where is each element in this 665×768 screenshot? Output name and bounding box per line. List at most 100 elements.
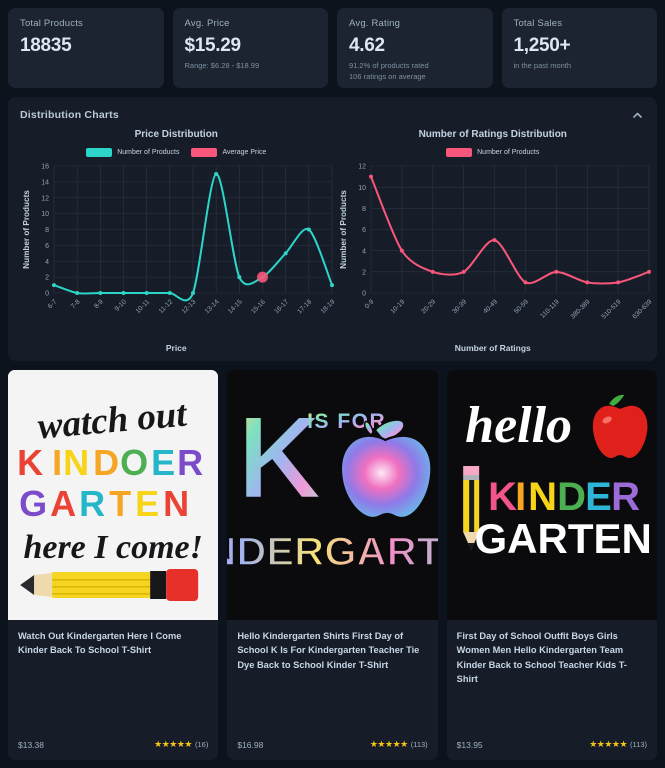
stat-value: 1,250+ xyxy=(513,35,571,56)
svg-text:10: 10 xyxy=(358,185,366,192)
product-price: $13.38 xyxy=(18,739,44,750)
legend-item-number-of-products[interactable]: Number of Products xyxy=(446,147,540,157)
svg-text:G: G xyxy=(19,483,47,524)
svg-text:10-19: 10-19 xyxy=(389,298,406,315)
svg-text:7-8: 7-8 xyxy=(70,298,82,310)
stats-row: Total Products 18835 Avg. Price $15.29 R… xyxy=(8,8,657,88)
product-card[interactable]: K IS FOR KINDERGARTEN Hello Kindergarten… xyxy=(227,370,438,760)
chart-plot-area: 0 2 4 6 8 10 12 0-9 10-19 20-29 30-39 40-49 50-59 110… xyxy=(337,160,654,345)
star-rating-icon: ★★★★★ xyxy=(369,739,408,749)
svg-text:8: 8 xyxy=(45,227,49,234)
svg-text:6: 6 xyxy=(362,227,366,234)
svg-text:KINDERGARTEN: KINDERGARTEN xyxy=(227,529,437,574)
svg-text:14: 14 xyxy=(41,179,49,186)
svg-text:O: O xyxy=(120,442,148,483)
chart-title: Number of Ratings Distribution xyxy=(418,129,567,140)
products-row: watch out K I N D O E R G A R T E N here… xyxy=(8,370,657,760)
legend-label: Average Price xyxy=(222,148,267,156)
product-price: $13.95 xyxy=(456,739,483,750)
svg-text:8: 8 xyxy=(362,206,366,213)
stat-card-avg-rating: Avg. Rating 4.62 91.2% of products rated… xyxy=(337,8,493,88)
legend-item-number-of-products[interactable]: Number of Products xyxy=(86,147,179,157)
svg-text:10-11: 10-11 xyxy=(135,298,152,315)
svg-text:N: N xyxy=(528,475,557,519)
price-distribution-chart: Price Distribution Number of Products Av… xyxy=(20,129,337,353)
product-card[interactable]: hello K I N D E R GARTEN First Day of Sc… xyxy=(446,370,657,760)
svg-text:8-9: 8-9 xyxy=(93,298,105,310)
product-image: watch out K I N D O E R G A R T E N here… xyxy=(8,370,219,620)
legend-label: Number of Products xyxy=(477,148,540,156)
stat-value: $15.29 xyxy=(184,35,242,56)
product-footer: $13.38 ★★★★★ (16) xyxy=(8,739,218,760)
stat-value: 18835 xyxy=(20,35,72,56)
svg-text:N: N xyxy=(63,442,89,483)
charts-panel-title: Distribution Charts xyxy=(20,109,119,121)
product-rating: ★★★★★ (113) xyxy=(589,739,647,750)
svg-text:18-19: 18-19 xyxy=(320,298,337,315)
svg-text:17-18: 17-18 xyxy=(296,298,313,315)
svg-text:N: N xyxy=(163,483,189,524)
svg-text:0-9: 0-9 xyxy=(363,298,375,310)
product-card[interactable]: watch out K I N D O E R G A R T E N here… xyxy=(8,370,219,760)
svg-text:Number of Products: Number of Products xyxy=(339,190,348,269)
charts-panel-header: Distribution Charts xyxy=(20,107,645,123)
svg-text:15-16: 15-16 xyxy=(250,298,267,315)
chart-title: Price Distribution xyxy=(134,129,218,140)
svg-text:4: 4 xyxy=(362,248,366,255)
stat-label: Avg. Price xyxy=(184,18,230,29)
svg-text:K: K xyxy=(17,442,43,483)
product-footer: $13.95 ★★★★★ (113) xyxy=(447,739,657,760)
svg-text:11-12: 11-12 xyxy=(158,298,175,315)
svg-text:R: R xyxy=(79,483,105,524)
svg-text:T: T xyxy=(109,483,131,524)
product-image: K IS FOR KINDERGARTEN xyxy=(227,370,438,620)
svg-text:0: 0 xyxy=(45,291,49,298)
svg-text:16: 16 xyxy=(41,164,49,171)
product-image: hello K I N D E R GARTEN xyxy=(446,370,657,620)
product-footer: $16.98 ★★★★★ (113) xyxy=(227,739,437,760)
stat-card-total-sales: Total Sales 1,250+ in the past month xyxy=(501,8,657,88)
svg-text:A: A xyxy=(50,483,76,524)
chevron-up-icon[interactable] xyxy=(629,107,645,123)
svg-text:12: 12 xyxy=(41,195,49,202)
chart-legend: Number of Products xyxy=(337,144,650,160)
distribution-charts-panel: Distribution Charts Price Distribution N… xyxy=(8,97,657,361)
svg-text:K: K xyxy=(488,475,517,519)
svg-text:6-7: 6-7 xyxy=(47,298,59,310)
stat-label: Total Sales xyxy=(513,18,563,29)
legend-swatch xyxy=(191,147,218,157)
product-price: $16.98 xyxy=(237,739,264,750)
stat-sub: Range: $6.28 - $18.99 xyxy=(184,61,260,70)
svg-text:0: 0 xyxy=(362,291,366,298)
svg-text:40-49: 40-49 xyxy=(482,298,499,315)
product-title: Watch Out Kindergarten Here I Come Kinde… xyxy=(18,631,182,656)
dashboard-page: Total Products 18835 Avg. Price $15.29 R… xyxy=(0,0,665,768)
svg-text:380-389: 380-389 xyxy=(569,298,591,320)
svg-text:9-10: 9-10 xyxy=(114,298,129,313)
rating-count: (113) xyxy=(630,740,647,749)
product-rating: ★★★★★ (16) xyxy=(154,739,208,750)
svg-text:10: 10 xyxy=(41,211,49,218)
svg-text:I: I xyxy=(515,475,526,519)
stat-label: Avg. Rating xyxy=(349,18,401,29)
legend-swatch xyxy=(446,147,473,157)
svg-text:GARTEN: GARTEN xyxy=(474,515,651,562)
rating-count: (113) xyxy=(410,740,428,749)
star-rating-icon: ★★★★★ xyxy=(589,739,628,749)
svg-text:50-59: 50-59 xyxy=(512,298,529,315)
svg-text:6: 6 xyxy=(45,243,49,250)
svg-text:510-519: 510-519 xyxy=(600,298,622,320)
svg-text:2: 2 xyxy=(45,275,49,282)
svg-text:30-39: 30-39 xyxy=(451,298,468,315)
svg-text:R: R xyxy=(611,475,640,519)
svg-text:2: 2 xyxy=(362,269,366,276)
stat-card-avg-price: Avg. Price $15.29 Range: $6.28 - $18.99 xyxy=(172,8,328,88)
charts-body: Price Distribution Number of Products Av… xyxy=(20,129,653,353)
svg-text:hello: hello xyxy=(465,397,572,454)
svg-text:20-29: 20-29 xyxy=(420,298,437,315)
svg-text:here I come!: here I come! xyxy=(23,529,202,566)
svg-text:R: R xyxy=(177,442,203,483)
svg-text:I: I xyxy=(52,442,62,483)
legend-item-average-price[interactable]: Average Price xyxy=(191,147,267,157)
svg-text:IS FOR: IS FOR xyxy=(307,410,386,433)
